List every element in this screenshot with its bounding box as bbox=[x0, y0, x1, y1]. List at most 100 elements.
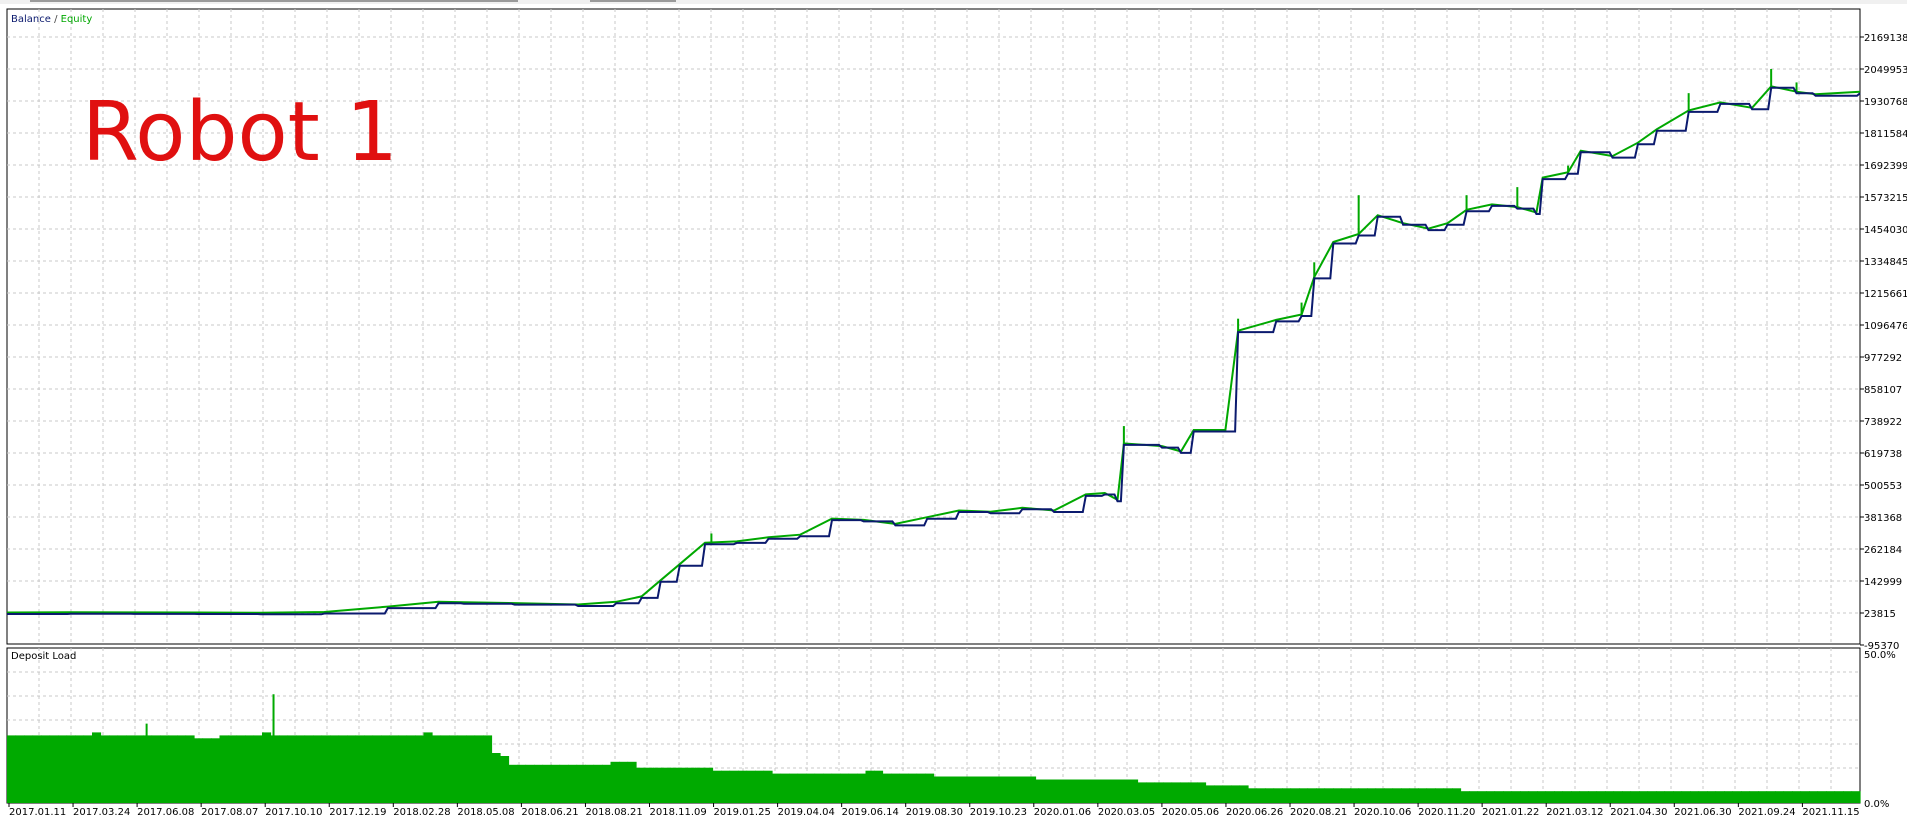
legend-separator: / bbox=[51, 14, 61, 25]
deposit-load-bar bbox=[568, 764, 578, 803]
deposit-load-bar bbox=[1316, 788, 1326, 803]
x-tick-label: 2020.10.06 bbox=[1354, 807, 1411, 818]
deposit-load-bar bbox=[1146, 782, 1156, 803]
deposit-load-bar bbox=[41, 735, 51, 803]
x-tick-label: 2020.05.06 bbox=[1162, 807, 1219, 818]
deposit-load-bar bbox=[32, 735, 42, 803]
deposit-load-bar bbox=[1520, 791, 1530, 803]
deposit-load-bar bbox=[984, 776, 994, 803]
tab-indicator[interactable] bbox=[30, 0, 518, 2]
x-tick-label: 2020.03.05 bbox=[1098, 807, 1155, 818]
deposit-load-bar bbox=[1256, 788, 1266, 803]
deposit-load-bar bbox=[1375, 788, 1385, 803]
deposit-load-bar bbox=[313, 735, 323, 803]
deposit-load-bar bbox=[236, 735, 246, 803]
deposit-load-bar bbox=[891, 773, 901, 803]
deposit-load-bar bbox=[168, 735, 178, 803]
deposit-load-bar bbox=[1715, 791, 1725, 803]
deposit-load-bar bbox=[1027, 776, 1037, 803]
deposit-load-bar bbox=[1477, 791, 1487, 803]
deposit-load-bar bbox=[882, 773, 892, 803]
robot-label: Robot 1 bbox=[82, 85, 398, 180]
deposit-load-bar bbox=[1809, 791, 1819, 803]
deposit-load-bar bbox=[1409, 788, 1419, 803]
y-tick-label: 23815 bbox=[1864, 609, 1896, 620]
deposit-load-bar bbox=[1588, 791, 1598, 803]
deposit-load-bar bbox=[7, 735, 17, 803]
y-tick-label: 2169138 bbox=[1864, 33, 1907, 44]
strategy-tester-graph: 2169138 2049953 1930768 1811584 1692399 15732… bbox=[0, 0, 1907, 819]
deposit-load-bar bbox=[1112, 779, 1122, 803]
deposit-load-bar bbox=[1171, 782, 1181, 803]
deposit-load-bar bbox=[228, 735, 238, 803]
deposit-load-y-axis: 50.0% 0.0% bbox=[1864, 650, 1896, 810]
deposit-load-bar bbox=[772, 773, 782, 803]
deposit-load-bar bbox=[1613, 791, 1623, 803]
x-tick-label: 2021.04.30 bbox=[1610, 807, 1667, 818]
deposit-load-bar bbox=[15, 735, 25, 803]
deposit-load-bar bbox=[627, 761, 637, 803]
deposit-load-bar bbox=[1299, 788, 1309, 803]
deposit-load-bar bbox=[1511, 791, 1521, 803]
x-tick-label: 2021.01.22 bbox=[1482, 807, 1539, 818]
deposit-load-bar bbox=[270, 735, 280, 803]
deposit-load-bar bbox=[1358, 788, 1368, 803]
x-tick-label: 2018.06.21 bbox=[521, 807, 578, 818]
deposit-load-bar bbox=[1469, 791, 1479, 803]
x-tick-label: 2021.03.12 bbox=[1546, 807, 1603, 818]
deposit-load-bar bbox=[789, 773, 799, 803]
deposit-load-bar bbox=[1605, 791, 1615, 803]
deposit-load-bar bbox=[134, 735, 144, 803]
y-tick-label: 1573215 bbox=[1864, 193, 1907, 204]
deposit-load-bar bbox=[83, 735, 93, 803]
deposit-load-bar bbox=[704, 767, 714, 803]
deposit-load-bar bbox=[1001, 776, 1011, 803]
deposit-load-bar bbox=[457, 735, 467, 803]
deposit-load-bar bbox=[1324, 788, 1334, 803]
deposit-load-bar bbox=[695, 767, 705, 803]
deposit-load-bar bbox=[857, 773, 867, 803]
deposit-load-bar bbox=[967, 776, 977, 803]
deposit-load-bar bbox=[500, 756, 510, 803]
deposit-load-bar bbox=[508, 764, 518, 803]
deposit-load-bar bbox=[1698, 791, 1708, 803]
deposit-load-bar bbox=[1792, 791, 1802, 803]
deposit-load-bar bbox=[483, 735, 493, 803]
deposit-load-bar bbox=[1418, 788, 1428, 803]
deposit-load-bar bbox=[474, 735, 484, 803]
tab-indicator[interactable] bbox=[590, 0, 676, 2]
deposit-load-bar bbox=[1851, 791, 1861, 803]
deposit-load-tick-label: 0.0% bbox=[1864, 799, 1889, 810]
y-tick-label: 2049953 bbox=[1864, 65, 1907, 76]
deposit-load-bar bbox=[415, 735, 425, 803]
deposit-load-bar bbox=[950, 776, 960, 803]
balance-equity-y-axis: 2169138 2049953 1930768 1811584 1692399 15732… bbox=[1860, 33, 1907, 652]
deposit-load-bar bbox=[1826, 791, 1836, 803]
deposit-load-panel: 50.0% 0.0% Deposit Load bbox=[6, 647, 1896, 810]
deposit-load-bar bbox=[66, 735, 76, 803]
deposit-load-bar bbox=[576, 764, 586, 803]
deposit-load-bar bbox=[848, 773, 858, 803]
legend: Balance / Equity bbox=[11, 14, 92, 25]
legend-equity: Equity bbox=[61, 14, 93, 25]
y-tick-label: 142999 bbox=[1864, 577, 1902, 588]
deposit-load-bar bbox=[262, 732, 272, 803]
deposit-load-bar bbox=[976, 776, 986, 803]
deposit-load-bar bbox=[1681, 791, 1691, 803]
deposit-load-bar bbox=[1800, 791, 1810, 803]
deposit-load-bar bbox=[636, 767, 646, 803]
y-tick-label: 262184 bbox=[1864, 545, 1902, 556]
deposit-load-bar bbox=[653, 767, 663, 803]
deposit-load-bar bbox=[831, 773, 841, 803]
deposit-load-bar bbox=[534, 764, 544, 803]
deposit-load-tick-label: 50.0% bbox=[1864, 650, 1896, 661]
x-tick-label: 2018.08.21 bbox=[585, 807, 642, 818]
y-tick-label: 738922 bbox=[1864, 417, 1902, 428]
deposit-load-bar bbox=[449, 735, 459, 803]
deposit-load-bar bbox=[1239, 785, 1249, 803]
deposit-load-bar bbox=[406, 735, 416, 803]
deposit-load-bar bbox=[1775, 791, 1785, 803]
deposit-load-bar bbox=[1095, 779, 1105, 803]
deposit-load-bar bbox=[661, 767, 671, 803]
deposit-load-bar bbox=[296, 735, 306, 803]
